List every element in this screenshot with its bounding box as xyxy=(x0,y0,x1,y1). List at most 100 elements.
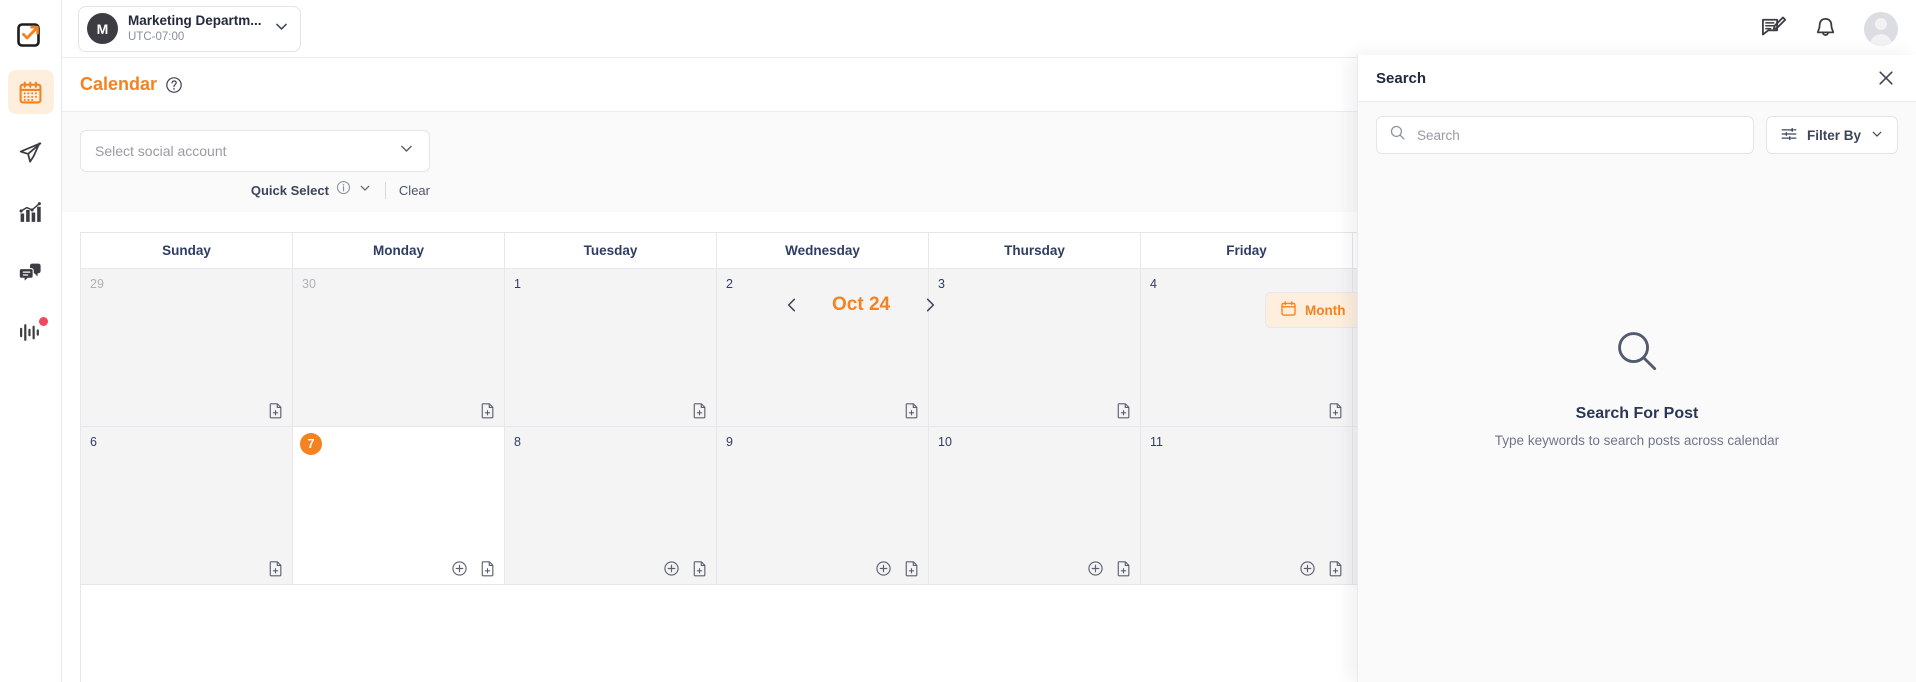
filter-by-label: Filter By xyxy=(1806,127,1861,143)
document-plus-icon[interactable] xyxy=(479,402,496,419)
rail-item-list xyxy=(0,70,62,370)
document-plus-icon[interactable] xyxy=(1115,560,1132,577)
chevron-right-icon[interactable] xyxy=(920,294,940,316)
document-plus-icon[interactable] xyxy=(267,560,284,577)
workspace-timezone: UTC-07:00 xyxy=(128,30,185,43)
document-plus-icon[interactable] xyxy=(903,560,920,577)
calendar-day-cell[interactable]: 30 xyxy=(293,269,505,427)
help-circle-icon[interactable] xyxy=(165,76,183,94)
calendar-day-number: 4 xyxy=(1150,277,1157,291)
calendar-day-cell[interactable]: 9 xyxy=(717,427,929,585)
app-logo[interactable] xyxy=(0,0,62,70)
chevron-down-icon[interactable] xyxy=(358,181,372,200)
plus-circle-icon[interactable] xyxy=(875,560,892,577)
sliders-icon xyxy=(1780,125,1798,146)
chevron-down-icon xyxy=(398,140,415,162)
day-of-week-header: Friday xyxy=(1141,233,1353,269)
notification-badge-dot xyxy=(38,317,48,326)
calendar-day-cell[interactable]: 1 xyxy=(505,269,717,427)
document-plus-icon[interactable] xyxy=(691,560,708,577)
day-of-week-header: Wednesday xyxy=(717,233,929,269)
calendar-day-cell[interactable]: 6 xyxy=(81,427,293,585)
day-cell-actions xyxy=(1115,402,1132,419)
sidebar-item-engage[interactable] xyxy=(8,250,54,294)
calendar-day-cell[interactable]: 3 xyxy=(929,269,1141,427)
calendar-day-number-today: 7 xyxy=(300,433,322,455)
plus-circle-icon[interactable] xyxy=(1299,560,1316,577)
clear-filters-link[interactable]: Clear xyxy=(399,183,430,198)
calendar-day-cell[interactable]: 2 xyxy=(717,269,929,427)
calendar-day-number: 30 xyxy=(302,277,316,291)
calendar-day-number: 1 xyxy=(514,277,521,291)
info-circle-icon[interactable] xyxy=(336,180,351,200)
calendar-day-cell[interactable]: 8 xyxy=(505,427,717,585)
search-empty-subtitle: Type keywords to search posts across cal… xyxy=(1494,433,1780,448)
calendar-day-cell[interactable]: 10 xyxy=(929,427,1141,585)
month-navigation: Oct 24 xyxy=(782,294,940,316)
document-plus-icon[interactable] xyxy=(1115,402,1132,419)
sidebar-item-analytics[interactable] xyxy=(8,190,54,234)
tab-month-view[interactable]: Month xyxy=(1266,293,1360,327)
calendar-day-number: 9 xyxy=(726,435,733,449)
workspace-avatar: M xyxy=(87,13,118,44)
bell-icon[interactable] xyxy=(1813,16,1838,41)
day-of-week-header: Monday xyxy=(293,233,505,269)
search-icon xyxy=(1614,328,1660,379)
workspace-text: Marketing Departm... UTC-07:00 xyxy=(128,13,269,45)
avatar-body xyxy=(1870,33,1892,46)
day-cell-actions xyxy=(267,560,284,577)
sidebar-item-publish[interactable] xyxy=(8,130,54,174)
user-avatar[interactable] xyxy=(1864,11,1898,46)
filter-by-button[interactable]: Filter By xyxy=(1765,116,1898,154)
search-icon xyxy=(1389,124,1406,146)
day-cell-actions xyxy=(1299,560,1344,577)
document-plus-icon[interactable] xyxy=(1327,402,1344,419)
plus-circle-icon[interactable] xyxy=(451,560,468,577)
tab-month-label: Month xyxy=(1305,302,1346,318)
toolbar-divider xyxy=(384,181,386,199)
document-plus-icon[interactable] xyxy=(479,560,496,577)
social-account-placeholder: Select social account xyxy=(95,143,227,159)
quick-select-label[interactable]: Quick Select xyxy=(251,183,329,198)
calendar-icon xyxy=(1280,300,1297,320)
day-cell-actions xyxy=(691,402,708,419)
current-month-label: Oct 24 xyxy=(832,294,891,315)
calendar-day-number: 6 xyxy=(90,435,97,449)
chevron-left-icon[interactable] xyxy=(782,294,802,316)
social-account-select[interactable]: Select social account xyxy=(80,130,430,172)
chat-bubbles-icon xyxy=(18,263,41,283)
quick-select-row: Quick Select Clear xyxy=(80,180,430,200)
plus-circle-icon[interactable] xyxy=(1087,560,1104,577)
plus-circle-icon[interactable] xyxy=(663,560,680,577)
search-input-wrapper[interactable] xyxy=(1376,116,1754,154)
workspace-selector[interactable]: M Marketing Departm... UTC-07:00 xyxy=(78,5,301,52)
close-icon[interactable] xyxy=(1876,68,1896,88)
sidebar-item-calendar[interactable] xyxy=(7,70,54,114)
document-plus-icon[interactable] xyxy=(1327,560,1344,577)
calendar-day-cell[interactable]: 7 xyxy=(293,427,505,585)
search-input[interactable] xyxy=(1417,127,1741,143)
day-cell-actions xyxy=(663,560,708,577)
top-bar-actions xyxy=(1760,11,1898,46)
workspace-name: Marketing Departm... xyxy=(128,12,262,28)
bar-chart-icon xyxy=(19,201,41,222)
search-controls-row: Filter By xyxy=(1358,102,1916,154)
compose-message-icon[interactable] xyxy=(1760,15,1787,42)
document-plus-icon[interactable] xyxy=(691,402,708,419)
search-panel-header: Search xyxy=(1358,55,1916,102)
calendar-icon xyxy=(19,81,42,103)
calendar-day-number: 8 xyxy=(514,435,521,449)
search-empty-state: Search For Post Type keywords to search … xyxy=(1358,154,1916,682)
app-root: M Marketing Departm... UTC-07:00 Calenda… xyxy=(0,0,1916,682)
left-nav-rail xyxy=(0,0,62,682)
page-title: Calendar xyxy=(80,74,158,94)
document-plus-icon[interactable] xyxy=(267,402,284,419)
calendar-day-cell[interactable]: 29 xyxy=(81,269,293,427)
day-of-week-header: Tuesday xyxy=(505,233,717,269)
document-plus-icon[interactable] xyxy=(903,402,920,419)
calendar-day-cell[interactable]: 11 xyxy=(1141,427,1353,585)
sidebar-item-listening[interactable] xyxy=(8,310,54,354)
day-cell-actions xyxy=(903,402,920,419)
calendar-day-number: 29 xyxy=(90,277,104,291)
search-panel-title: Search xyxy=(1376,69,1427,87)
